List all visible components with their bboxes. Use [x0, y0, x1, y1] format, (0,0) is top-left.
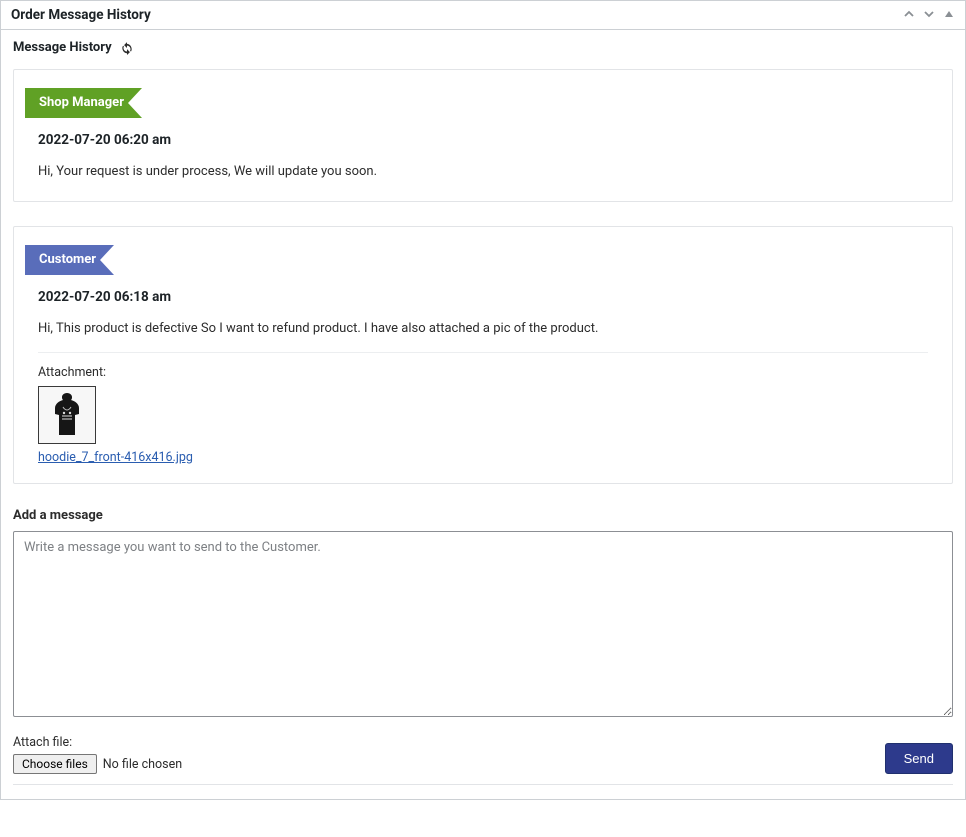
message-textarea[interactable]	[13, 531, 953, 717]
message-card: Shop Manager 2022-07-20 06:20 am Hi, You…	[13, 69, 953, 202]
collapse-icon[interactable]	[943, 8, 955, 22]
role-label: Shop Manager	[25, 88, 142, 118]
message-body: Hi, Your request is under process, We wi…	[38, 164, 928, 179]
message-content: 2022-07-20 06:20 am Hi, Your request is …	[14, 118, 952, 179]
attachment-section: Attachment: hoodie_7_front-416x416.jpg	[38, 352, 928, 465]
move-up-icon[interactable]	[903, 8, 915, 22]
order-message-history-panel: Order Message History Message History Sh…	[0, 0, 966, 800]
no-file-chosen-text: No file chosen	[103, 757, 182, 772]
send-button[interactable]: Send	[885, 743, 953, 774]
role-label: Customer	[25, 245, 114, 275]
refresh-icon[interactable]	[120, 41, 134, 55]
attachment-thumbnail[interactable]	[38, 386, 96, 444]
message-history-subheader: Message History	[13, 40, 953, 55]
file-input-row: Choose files No file chosen	[13, 754, 182, 774]
panel-body: Message History Shop Manager 2022-07-20 …	[1, 30, 965, 799]
panel-title: Order Message History	[11, 7, 151, 23]
compose-footer: Attach file: Choose files No file chosen…	[13, 735, 953, 785]
role-ribbon: Shop Manager	[14, 88, 952, 118]
role-ribbon: Customer	[14, 245, 952, 275]
message-card: Customer 2022-07-20 06:18 am Hi, This pr…	[13, 226, 953, 484]
message-timestamp: 2022-07-20 06:20 am	[38, 132, 928, 148]
attach-file-block: Attach file: Choose files No file chosen	[13, 735, 182, 774]
add-message-title: Add a message	[13, 508, 953, 523]
message-timestamp: 2022-07-20 06:18 am	[38, 289, 928, 305]
panel-controls	[903, 8, 955, 22]
attachment-filename-link[interactable]: hoodie_7_front-416x416.jpg	[38, 450, 193, 465]
message-content: 2022-07-20 06:18 am Hi, This product is …	[14, 275, 952, 336]
subheader-label: Message History	[13, 40, 112, 55]
message-body: Hi, This product is defective So I want …	[38, 321, 928, 336]
move-down-icon[interactable]	[923, 8, 935, 22]
panel-header: Order Message History	[1, 1, 965, 30]
attach-file-label: Attach file:	[13, 735, 182, 750]
choose-files-button[interactable]: Choose files	[13, 754, 97, 774]
attachment-label: Attachment:	[38, 365, 928, 380]
